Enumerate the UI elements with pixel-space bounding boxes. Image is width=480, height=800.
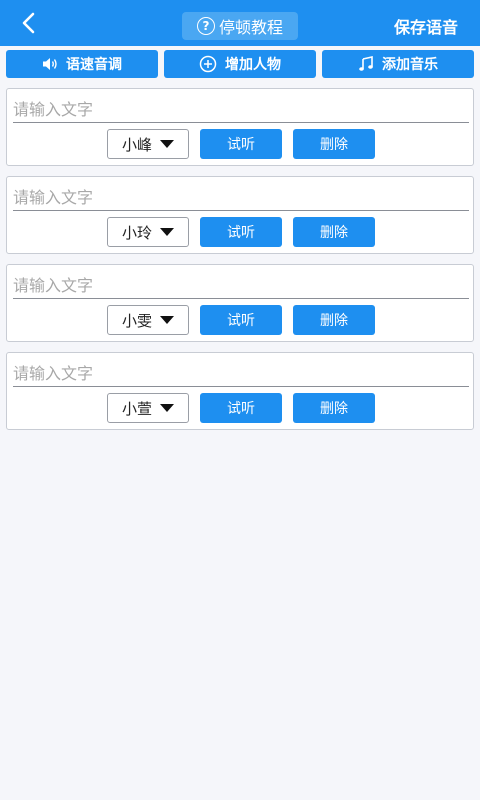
speed-pitch-label: 语速音调 (66, 57, 122, 73)
add-person-label: 增加人物 (225, 57, 281, 73)
add-person-button[interactable]: 增加人物 (164, 50, 316, 78)
speed-pitch-button[interactable]: 语速音调 (6, 50, 158, 78)
text-segment-card: 小雯 试听 删除 (6, 264, 474, 342)
caret-down-icon (160, 404, 174, 412)
text-input[interactable] (13, 361, 469, 387)
back-button[interactable] (16, 10, 42, 36)
listen-button[interactable]: 试听 (200, 217, 282, 247)
voice-select[interactable]: 小玲 (107, 217, 189, 247)
voice-select[interactable]: 小萱 (107, 393, 189, 423)
text-input[interactable] (13, 185, 469, 211)
question-icon: ? (196, 17, 215, 35)
text-segment-card: 小玲 试听 删除 (6, 176, 474, 254)
delete-button[interactable]: 删除 (293, 393, 375, 423)
delete-button[interactable]: 删除 (293, 217, 375, 247)
music-note-icon (358, 56, 374, 72)
top-bar: ? 停顿教程 保存语音 (0, 0, 480, 46)
delete-button[interactable]: 删除 (293, 129, 375, 159)
delete-button[interactable]: 删除 (293, 305, 375, 335)
text-segment-card: 小峰 试听 删除 (6, 88, 474, 166)
pause-tutorial-label: 停顿教程 (218, 18, 283, 37)
text-input[interactable] (13, 273, 469, 299)
listen-button[interactable]: 试听 (200, 129, 282, 159)
text-input[interactable] (13, 97, 469, 123)
caret-down-icon (160, 140, 174, 148)
add-music-button[interactable]: 添加音乐 (322, 50, 474, 78)
chevron-left-icon (22, 12, 35, 34)
toolbar: 语速音调 增加人物 添加音乐 (6, 50, 474, 78)
plus-circle-icon (199, 55, 217, 73)
caret-down-icon (160, 228, 174, 236)
add-music-label: 添加音乐 (382, 57, 438, 73)
caret-down-icon (160, 316, 174, 324)
voice-select[interactable]: 小峰 (107, 129, 189, 159)
text-segment-card: 小萱 试听 删除 (6, 352, 474, 430)
voice-name: 小玲 (121, 223, 152, 242)
voice-name: 小雯 (121, 311, 152, 330)
save-voice-button[interactable]: 保存语音 (394, 14, 458, 38)
listen-button[interactable]: 试听 (200, 393, 282, 423)
pause-tutorial-button[interactable]: ? 停顿教程 (182, 12, 298, 40)
speaker-icon (42, 57, 58, 71)
voice-select[interactable]: 小雯 (107, 305, 189, 335)
voice-name: 小峰 (121, 135, 152, 154)
voice-name: 小萱 (121, 399, 152, 418)
listen-button[interactable]: 试听 (200, 305, 282, 335)
